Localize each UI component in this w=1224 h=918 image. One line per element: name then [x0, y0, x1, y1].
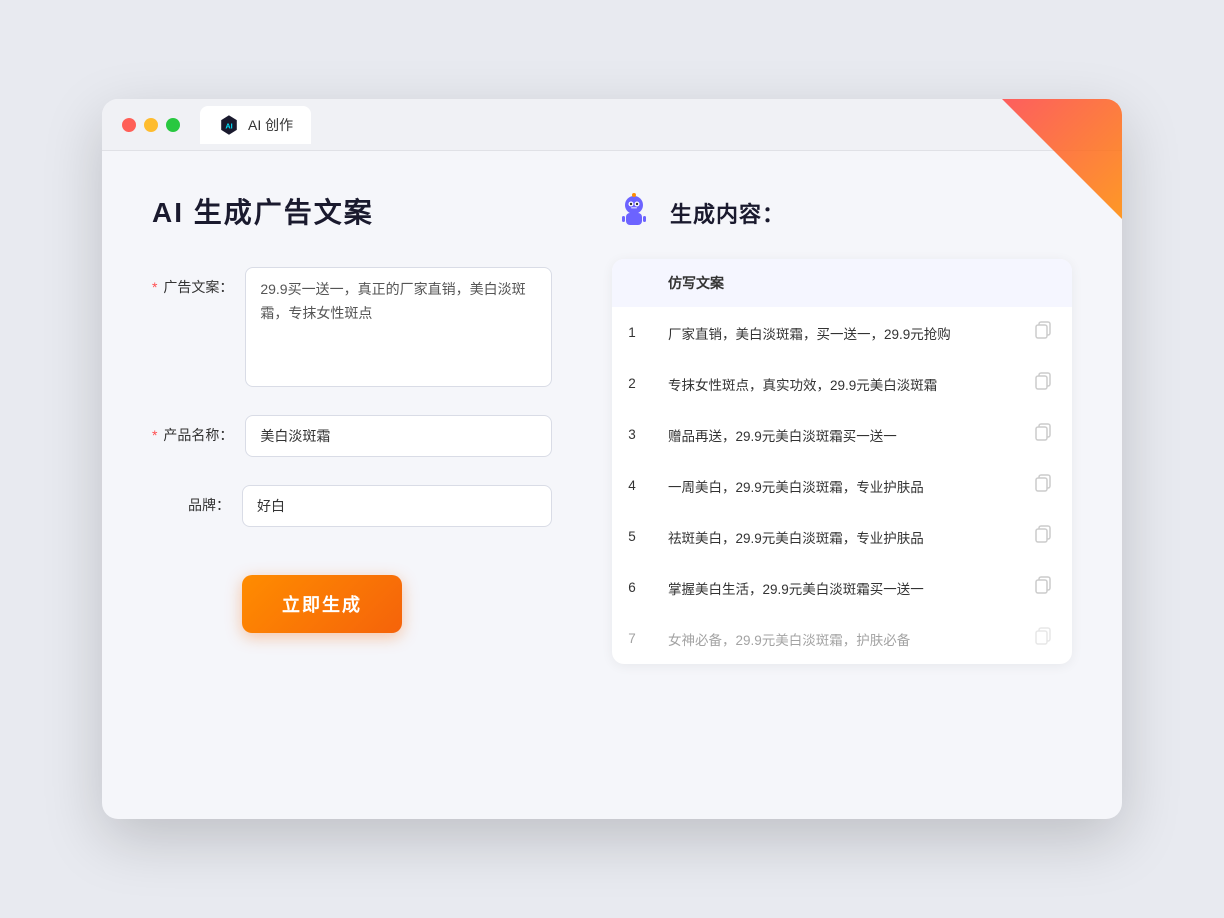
row-text: 祛斑美白，29.9元美白淡斑霜，专业护肤品: [652, 511, 1014, 562]
row-copy-cell: [1014, 409, 1072, 460]
table-row: 3 赠品再送，29.9元美白淡斑霜买一送一: [612, 409, 1072, 460]
table-row: 4 一周美白，29.9元美白淡斑霜，专业护肤品: [612, 460, 1072, 511]
row-number: 7: [612, 613, 652, 664]
row-copy-cell: [1014, 358, 1072, 409]
table-row: 7 女神必备，29.9元美白淡斑霜，护肤必备: [612, 613, 1072, 664]
row-text: 厂家直销，美白淡斑霜，买一送一，29.9元抢购: [652, 307, 1014, 358]
titlebar: AI AI 创作: [102, 99, 1122, 151]
row-text: 女神必备，29.9元美白淡斑霜，护肤必备: [652, 613, 1014, 664]
ai-tab-icon: AI: [218, 114, 240, 136]
table-row: 5 祛斑美白，29.9元美白淡斑霜，专业护肤品: [612, 511, 1072, 562]
row-number: 2: [612, 358, 652, 409]
results-table: 仿写文案 1 厂家直销，美白淡斑霜，买一送一，29.9元抢购 2 专抹女性斑点，…: [612, 259, 1072, 664]
copy-icon[interactable]: [1030, 628, 1056, 653]
row-copy-cell: [1014, 511, 1072, 562]
table-row: 1 厂家直销，美白淡斑霜，买一送一，29.9元抢购: [612, 307, 1072, 358]
row-text: 专抹女性斑点，真实功效，29.9元美白淡斑霜: [652, 358, 1014, 409]
row-copy-cell: [1014, 562, 1072, 613]
tab-ai-creation[interactable]: AI AI 创作: [200, 106, 311, 144]
close-button[interactable]: [122, 118, 136, 132]
main-content: AI 生成广告文案 * 广告文案： 29.9买一送一，真正的厂家直销，美白淡斑霜…: [102, 151, 1122, 801]
copy-icon[interactable]: [1030, 424, 1056, 449]
form-group-product-name: * 产品名称：: [152, 415, 552, 457]
generate-button[interactable]: 立即生成: [242, 575, 402, 633]
svg-text:AI: AI: [225, 121, 232, 130]
tab-label: AI 创作: [248, 115, 293, 135]
copy-icon[interactable]: [1030, 373, 1056, 398]
row-text: 赠品再送，29.9元美白淡斑霜买一送一: [652, 409, 1014, 460]
table-row: 2 专抹女性斑点，真实功效，29.9元美白淡斑霜: [612, 358, 1072, 409]
ad-copy-textarea[interactable]: 29.9买一送一，真正的厂家直销，美白淡斑霜，专抹女性斑点: [245, 267, 552, 387]
page-title: AI 生成广告文案: [152, 191, 552, 231]
row-text: 一周美白，29.9元美白淡斑霜，专业护肤品: [652, 460, 1014, 511]
row-number: 5: [612, 511, 652, 562]
maximize-button[interactable]: [166, 118, 180, 132]
row-text: 掌握美白生活，29.9元美白淡斑霜买一送一: [652, 562, 1014, 613]
traffic-lights: [122, 118, 180, 132]
copy-icon[interactable]: [1030, 577, 1056, 602]
table-col-num: [612, 259, 652, 307]
brand-input[interactable]: [242, 485, 552, 527]
label-brand: 品牌：: [152, 485, 242, 515]
label-product-name: * 产品名称：: [152, 415, 245, 445]
required-marker-product: *: [152, 427, 157, 443]
row-copy-cell: [1014, 613, 1072, 664]
row-copy-cell: [1014, 307, 1072, 358]
row-number: 3: [612, 409, 652, 460]
copy-icon[interactable]: [1030, 526, 1056, 551]
product-name-input[interactable]: [245, 415, 552, 457]
table-col-text: 仿写文案: [652, 259, 1014, 307]
copy-icon[interactable]: [1030, 322, 1056, 347]
table-row: 6 掌握美白生活，29.9元美白淡斑霜买一送一: [612, 562, 1072, 613]
copy-icon[interactable]: [1030, 475, 1056, 500]
left-panel: AI 生成广告文案 * 广告文案： 29.9买一送一，真正的厂家直销，美白淡斑霜…: [152, 191, 552, 761]
row-number: 4: [612, 460, 652, 511]
right-panel-title: 生成内容：: [670, 197, 785, 229]
label-ad-copy: * 广告文案：: [152, 267, 245, 297]
table-col-action: [1014, 259, 1072, 307]
minimize-button[interactable]: [144, 118, 158, 132]
form-group-ad-copy: * 广告文案： 29.9买一送一，真正的厂家直销，美白淡斑霜，专抹女性斑点: [152, 267, 552, 387]
form-group-brand: 品牌：: [152, 485, 552, 527]
row-number: 6: [612, 562, 652, 613]
required-marker-ad: *: [152, 279, 157, 295]
right-header: 生成内容：: [612, 191, 1072, 235]
right-panel: 生成内容： 仿写文案 1 厂家直销，美白淡斑霜，买一送一，29.9元抢购: [612, 191, 1072, 761]
browser-window: AI AI 创作 AI 生成广告文案 * 广告文案： 29.9买一送一，真正的厂…: [102, 99, 1122, 819]
robot-icon: [612, 191, 656, 235]
row-copy-cell: [1014, 460, 1072, 511]
row-number: 1: [612, 307, 652, 358]
